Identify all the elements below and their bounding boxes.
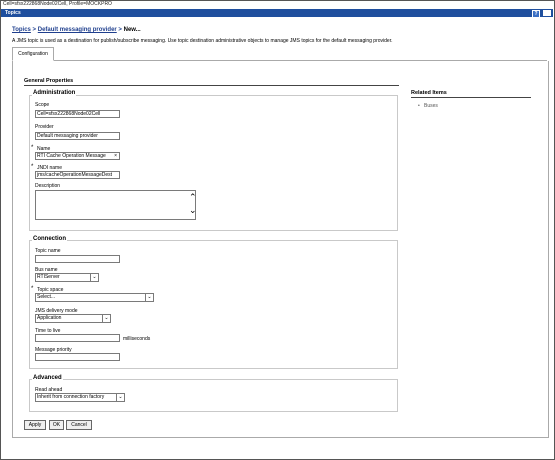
clear-icon[interactable]: × xyxy=(114,153,117,159)
window-title: Cell=sfsx222868Node02Cell, Profile=MOCKP… xyxy=(1,1,553,8)
topic-space-value: Select... xyxy=(37,294,56,300)
related-items-heading: Related Items xyxy=(411,90,447,96)
provider-label: Provider xyxy=(35,124,54,130)
ok-button[interactable]: OK xyxy=(49,420,64,430)
advanced-heading: Advanced xyxy=(32,375,63,381)
name-value: RTI Cache Operation Message xyxy=(37,153,106,159)
chevron-down-icon: ⌄ xyxy=(145,294,153,301)
scroll-down-icon[interactable]: ⌄ xyxy=(189,206,197,215)
message-priority-input[interactable] xyxy=(35,353,120,361)
time-to-live-input[interactable] xyxy=(35,334,120,342)
name-input[interactable]: RTI Cache Operation Message × xyxy=(35,152,120,160)
related-item-buses[interactable]: Buses xyxy=(424,103,438,109)
chevron-down-icon: ⌄ xyxy=(90,274,98,281)
tab-strip: Configuration xyxy=(12,47,547,61)
divider xyxy=(24,85,399,86)
breadcrumb-topics-link[interactable]: Topics xyxy=(12,27,31,33)
delivery-mode-value: Application xyxy=(37,315,62,321)
required-marker: * xyxy=(31,286,34,292)
breadcrumb: Topics > Default messaging provider > Ne… xyxy=(12,27,141,33)
delivery-mode-select[interactable]: Application ⌄ xyxy=(35,314,111,323)
description-scrollbar[interactable]: ⌃ ⌄ xyxy=(188,191,197,219)
breadcrumb-current: New... xyxy=(123,27,141,33)
required-marker: * xyxy=(31,164,34,170)
administration-heading: Administration xyxy=(32,90,77,96)
breadcrumb-provider-link[interactable]: Default messaging provider xyxy=(38,27,117,33)
topic-name-input[interactable] xyxy=(35,255,120,263)
panel-header: Topics ? xyxy=(1,9,553,18)
panel-title: Topics xyxy=(5,10,21,16)
tab-configuration[interactable]: Configuration xyxy=(12,47,54,61)
help-icon[interactable]: ? xyxy=(532,10,540,18)
apply-button[interactable]: Apply xyxy=(24,420,46,430)
breadcrumb-separator: > xyxy=(116,27,124,33)
general-properties-heading: General Properties xyxy=(24,78,74,84)
minimize-icon[interactable] xyxy=(543,10,551,16)
read-ahead-value: Inherit from connection factory xyxy=(37,394,105,400)
scope-label: Scope xyxy=(35,102,50,108)
provider-field: Default messaging provider xyxy=(35,132,120,140)
divider xyxy=(411,97,531,98)
scope-field: Cell=sfsx222868Node02Cell xyxy=(35,110,120,118)
topic-name-label: Topic name xyxy=(35,248,61,254)
description-textarea[interactable]: ⌃ ⌄ xyxy=(35,190,197,220)
chevron-down-icon: ⌄ xyxy=(102,315,110,322)
bullet-icon: • xyxy=(418,103,420,109)
description-label: Description xyxy=(35,183,61,189)
time-to-live-unit: milliseconds xyxy=(123,336,151,342)
bus-name-select[interactable]: RTIServer ⌄ xyxy=(35,273,99,282)
required-marker: * xyxy=(31,145,34,151)
cancel-button[interactable]: Cancel xyxy=(66,420,92,430)
connection-heading: Connection xyxy=(32,236,67,242)
topic-space-select[interactable]: Select... ⌄ xyxy=(35,293,154,302)
bus-name-value: RTIServer xyxy=(37,274,60,280)
breadcrumb-separator: > xyxy=(30,27,38,33)
chevron-down-icon: ⌄ xyxy=(116,394,124,401)
jndi-name-input[interactable]: jms/cacheOperationMessageDest xyxy=(35,171,120,179)
read-ahead-select[interactable]: Inherit from connection factory ⌄ xyxy=(35,393,125,402)
page-description: A JMS topic is used as a destination for… xyxy=(12,38,393,44)
scroll-up-icon[interactable]: ⌃ xyxy=(189,193,197,202)
